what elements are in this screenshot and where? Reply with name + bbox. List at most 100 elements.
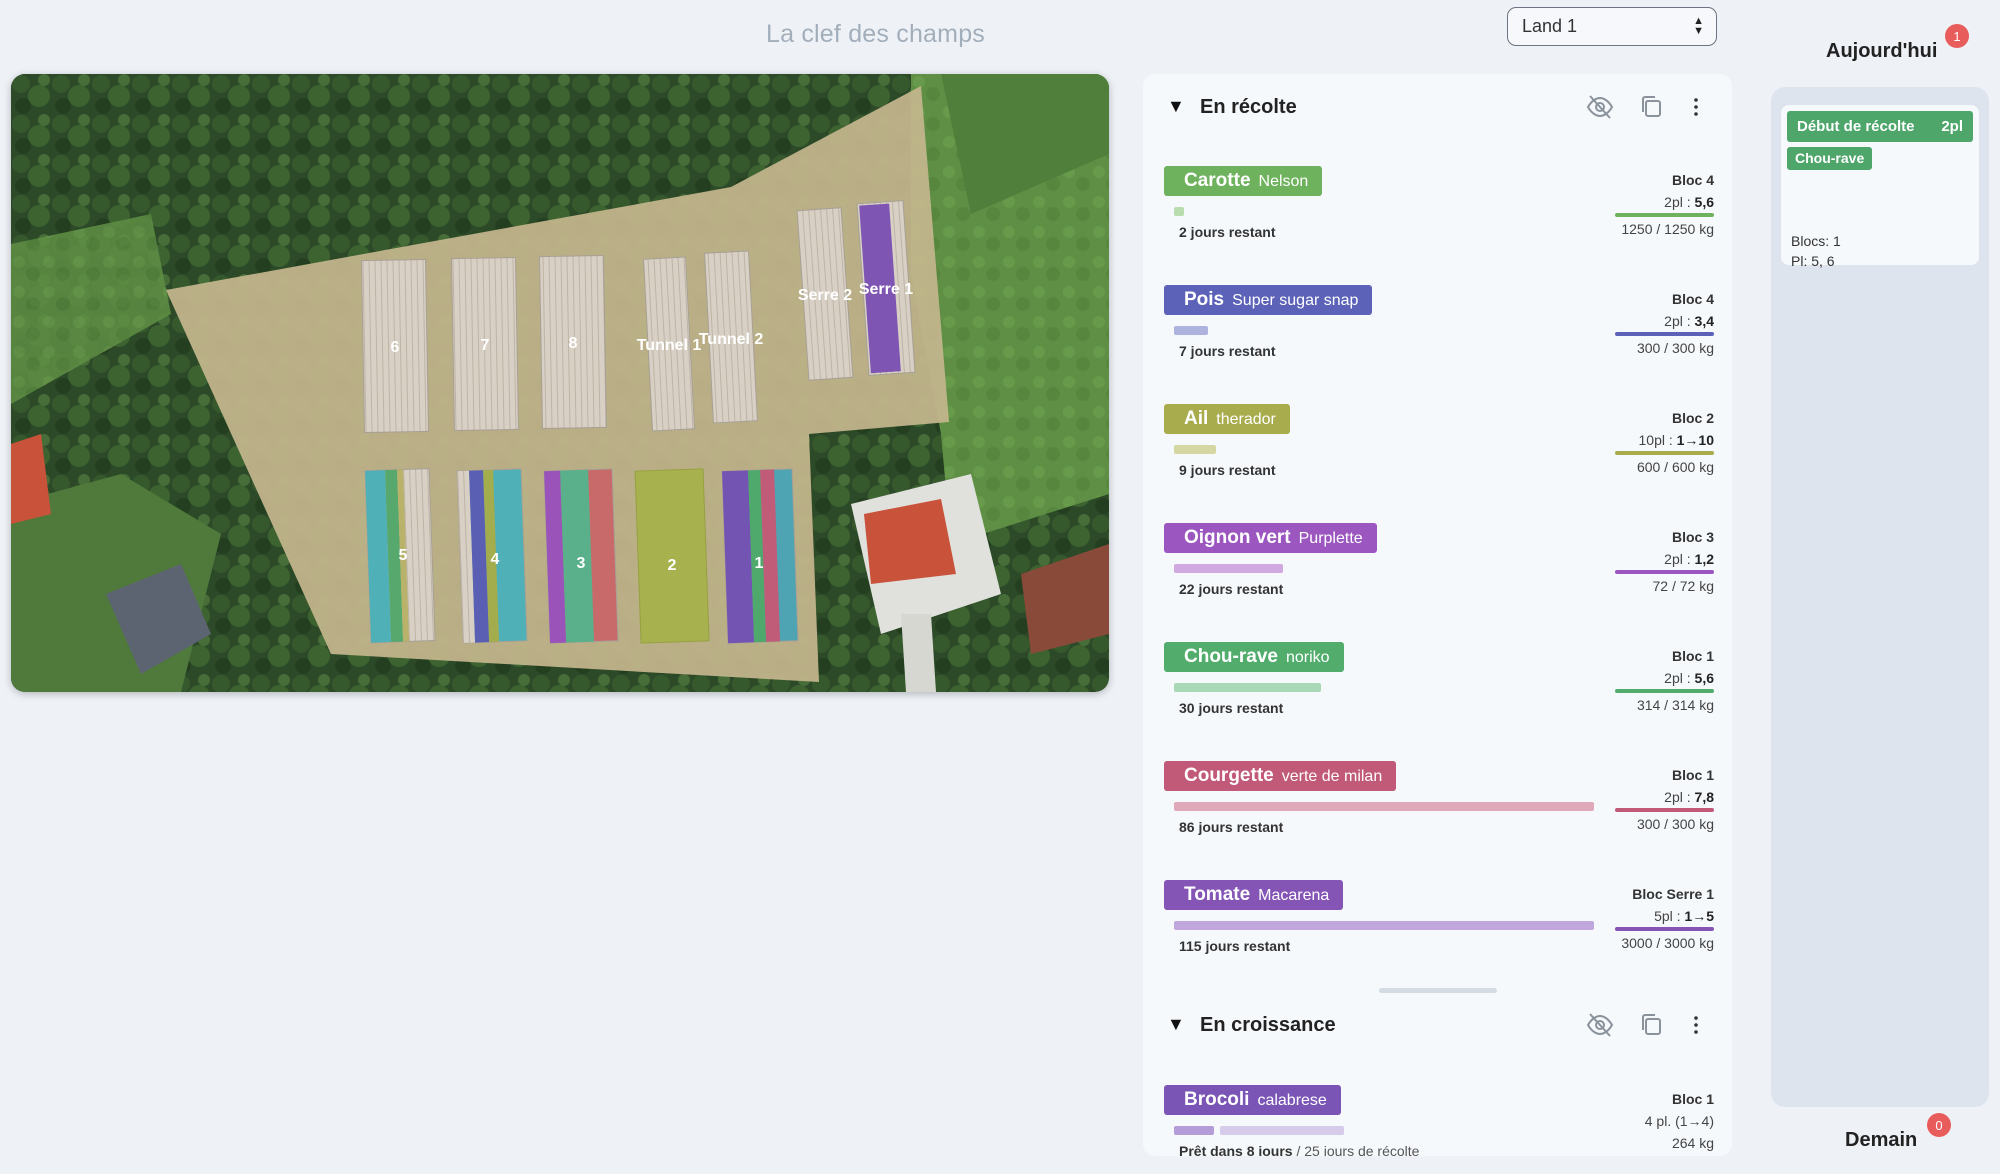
bed-label-serre-1[interactable]: Serre 1 — [859, 281, 913, 298]
crop-kg: 600 / 600 kg — [1636, 459, 1714, 475]
crop-plots: 2pl : 5,6 — [1664, 670, 1714, 686]
more-vertical-icon[interactable] — [1681, 1010, 1711, 1040]
bed-label-4[interactable]: 4 — [491, 551, 500, 568]
crop-plots: 2pl : 3,4 — [1664, 313, 1714, 329]
harvest-kg-bar — [1615, 689, 1714, 693]
crop-plots: 10pl : 1→10 — [1638, 432, 1715, 448]
harvest-crop-card[interactable]: Chou-rave noriko 30 jours restant Bloc 1 2pl… — [1164, 642, 1714, 742]
bed-label-8[interactable]: 8 — [569, 335, 578, 352]
bed-label-tunnel-1[interactable]: Tunnel 1 — [637, 337, 702, 354]
crop-tag[interactable]: Tomate Macarena — [1164, 880, 1344, 910]
crop-bloc: Bloc 4 — [1671, 172, 1714, 188]
crop-panel[interactable]: ▼ En récolte Carotte Nelson 2 jours restan… — [1143, 74, 1732, 1156]
harvest-kg-bar — [1615, 451, 1714, 455]
days-remaining: 30 jours restant — [1179, 700, 1284, 716]
harvest-crop-card[interactable]: Tomate Macarena 115 jours restant Bloc Serr… — [1164, 880, 1714, 980]
crop-variety: noriko — [1285, 649, 1330, 666]
event-blocs: Blocs: 1 — [1791, 233, 1841, 249]
crop-plots: 5pl : 1→5 — [1654, 908, 1714, 924]
crop-variety: Purplette — [1298, 530, 1363, 547]
crop-name: Ail — [1184, 408, 1209, 429]
crop-bloc: Bloc 1 — [1671, 1091, 1714, 1107]
crop-tag[interactable]: Brocoli calabrese — [1164, 1085, 1341, 1115]
crop-bloc: Bloc 2 — [1671, 410, 1714, 426]
harvest-kg-bar — [1615, 927, 1714, 931]
more-vertical-icon[interactable] — [1681, 92, 1711, 122]
bed-label-6[interactable]: 6 — [391, 339, 400, 356]
collapse-toggle-icon[interactable]: ▼ — [1167, 96, 1185, 117]
harvest-kg-bar — [1615, 213, 1714, 217]
crop-plots: 2pl : 5,6 — [1664, 194, 1714, 210]
crop-tag[interactable]: Pois Super sugar snap — [1164, 285, 1373, 315]
bed-label-1[interactable]: 1 — [755, 555, 764, 572]
crop-plots: 4 pl. (1→4) — [1644, 1113, 1714, 1129]
copy-icon[interactable] — [1636, 92, 1666, 122]
crop-name: Courgette — [1184, 765, 1274, 786]
tomorrow-title: Demain — [1845, 1129, 1918, 1151]
bed-label-3[interactable]: 3 — [577, 555, 586, 572]
days-remaining: 7 jours restant — [1179, 343, 1276, 359]
days-remaining: 115 jours restant — [1179, 938, 1291, 954]
crop-bloc: Bloc 1 — [1671, 767, 1714, 783]
crop-name: Oignon vert — [1184, 527, 1291, 548]
harvest-section-title: En récolte — [1200, 96, 1297, 118]
crop-bloc: Bloc 4 — [1671, 291, 1714, 307]
eye-off-icon[interactable] — [1585, 92, 1615, 122]
harvest-progress-bar — [1174, 326, 1208, 335]
event-plots: Pl: 5, 6 — [1791, 253, 1835, 269]
bed-label-serre-2[interactable]: Serre 2 — [798, 287, 852, 304]
growing-section-title: En croissance — [1200, 1014, 1336, 1036]
field-map[interactable]: 6 7 8 Tunnel 1 Tunnel 2 Serre 2 Serre 1 … — [11, 74, 1109, 692]
harvest-crop-card[interactable]: Courgette verte de milan 86 jours restant B… — [1164, 761, 1714, 861]
event-card[interactable]: Début de récolte 2pl Chou-rave Blocs: 1 … — [1781, 105, 1979, 269]
crop-kg: 264 kg — [1671, 1135, 1714, 1151]
harvest-crop-card[interactable]: Ail therador 9 jours restant Bloc 2 10pl : 1… — [1164, 404, 1714, 504]
satellite-map[interactable]: 6 7 8 Tunnel 1 Tunnel 2 Serre 2 Serre 1 … — [11, 74, 1109, 692]
crop-plots: 2pl : 7,8 — [1664, 789, 1714, 805]
crop-name: Brocoli — [1184, 1089, 1250, 1110]
days-remaining: 9 jours restant — [1179, 462, 1276, 478]
select-arrows-icon: ▲ ▼ — [1693, 15, 1704, 37]
collapse-toggle-icon[interactable]: ▼ — [1167, 1014, 1185, 1035]
crop-tag[interactable]: Courgette verte de milan — [1164, 761, 1397, 791]
today-column[interactable]: Début de récolte 2pl Chou-rave Blocs: 1 … — [1771, 87, 1989, 1107]
event-title: Début de récolte — [1797, 118, 1915, 135]
app-title: La clef des champs — [766, 20, 985, 48]
bed-label-2[interactable]: 2 — [668, 557, 677, 574]
ready-in-text: Prêt dans 8 jours / 25 jours de récolte — [1179, 1143, 1420, 1156]
crop-kg: 300 / 300 kg — [1636, 340, 1714, 356]
crop-name: Pois — [1184, 289, 1225, 310]
harvest-crop-card[interactable]: Oignon vert Purplette 22 jours restant Bloc… — [1164, 523, 1714, 623]
crop-variety: verte de milan — [1281, 768, 1383, 785]
harvest-window-bar — [1220, 1126, 1344, 1135]
growing-crop-card[interactable]: Brocoli calabrese Prêt dans 8 jours / 25… — [1164, 1085, 1714, 1156]
crop-tag[interactable]: Oignon vert Purplette — [1164, 523, 1377, 553]
crop-name: Tomate — [1184, 884, 1251, 905]
growing-section-header[interactable]: ▼ En croissance — [1143, 992, 1732, 1052]
land-select[interactable]: Land 1 ▲ ▼ — [1507, 7, 1717, 46]
land-select-value: Land 1 — [1522, 16, 1578, 36]
event-qty: 2pl — [1941, 118, 1963, 135]
harvest-section-header[interactable]: ▼ En récolte — [1143, 74, 1732, 134]
crop-tag[interactable]: Chou-rave noriko — [1164, 642, 1344, 672]
eye-off-icon[interactable] — [1585, 1010, 1615, 1040]
growth-progress-bar — [1174, 1126, 1214, 1135]
crop-tag[interactable]: Carotte Nelson — [1164, 166, 1323, 196]
harvest-progress-bar — [1174, 802, 1594, 811]
crop-bloc: Bloc 1 — [1671, 648, 1714, 664]
crop-tag[interactable]: Ail therador — [1164, 404, 1290, 434]
harvest-progress-bar — [1174, 683, 1321, 692]
crop-bloc: Bloc 3 — [1671, 529, 1714, 545]
bed-label-7[interactable]: 7 — [481, 337, 490, 354]
harvest-crop-card[interactable]: Carotte Nelson 2 jours restant Bloc 4 2pl : … — [1164, 166, 1714, 266]
copy-icon[interactable] — [1636, 1010, 1666, 1040]
crop-variety: Super sugar snap — [1232, 292, 1359, 309]
event-crop-tag: Chou-rave — [1787, 147, 1873, 170]
harvest-kg-bar — [1615, 570, 1714, 574]
crop-plots: 2pl : 1,2 — [1664, 551, 1714, 567]
bed-label-5[interactable]: 5 — [399, 547, 408, 564]
today-title: Aujourd'hui — [1826, 40, 1938, 62]
harvest-crop-card[interactable]: Pois Super sugar snap 7 jours restant Bloc … — [1164, 285, 1714, 385]
harvest-kg-bar — [1615, 332, 1714, 336]
bed-label-tunnel-2[interactable]: Tunnel 2 — [699, 331, 764, 348]
